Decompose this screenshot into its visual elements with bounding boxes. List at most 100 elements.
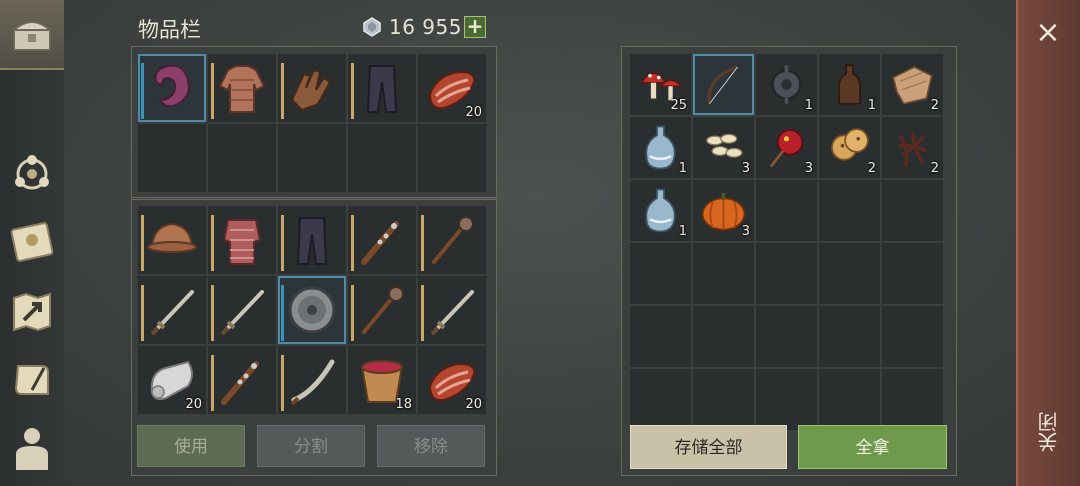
item-slot[interactable]: 2 — [882, 117, 943, 178]
item-slot[interactable]: 20 — [138, 346, 206, 414]
item-slot[interactable] — [630, 306, 691, 367]
seeds-icon — [706, 133, 743, 158]
pants-icon — [366, 65, 398, 113]
item-slot[interactable] — [138, 206, 206, 274]
durability-bar — [421, 285, 424, 341]
bow-icon — [707, 65, 739, 105]
take-all-button[interactable]: 全拿 — [798, 425, 947, 469]
item-slot[interactable]: 18 — [348, 346, 416, 414]
item-slot[interactable]: 1 — [630, 180, 691, 241]
spiked-club-icon — [361, 221, 399, 265]
use-button[interactable]: 使用 — [137, 425, 245, 467]
close-label[interactable]: 关闭 — [1034, 412, 1062, 452]
item-slot[interactable] — [630, 243, 691, 304]
mace-icon — [432, 216, 474, 264]
map-arrow-icon[interactable] — [8, 288, 56, 336]
durability-bar — [351, 285, 354, 341]
item-slot[interactable] — [882, 306, 943, 367]
item-slot[interactable]: 1 — [819, 54, 880, 115]
item-slot[interactable] — [693, 306, 754, 367]
item-slot[interactable] — [630, 369, 691, 430]
mace-icon — [362, 286, 404, 334]
durability-bar — [351, 63, 354, 119]
item-slot[interactable]: 3 — [756, 117, 817, 178]
item-slot[interactable] — [278, 276, 346, 344]
item-slot[interactable] — [693, 54, 754, 115]
water-flask-icon — [645, 188, 676, 233]
durability-bar — [211, 215, 214, 271]
add-currency-button[interactable]: + — [464, 16, 486, 38]
durability-bar — [281, 63, 284, 119]
item-slot[interactable]: 3 — [693, 117, 754, 178]
item-count: 18 — [395, 397, 412, 412]
item-slot[interactable] — [819, 180, 880, 241]
split-button[interactable]: 分割 — [257, 425, 365, 467]
item-slot[interactable] — [418, 206, 486, 274]
item-slot[interactable] — [278, 346, 346, 414]
item-slot[interactable] — [756, 243, 817, 304]
helmet-icon — [147, 222, 197, 253]
item-slot[interactable] — [208, 276, 276, 344]
item-slot[interactable] — [693, 243, 754, 304]
close-icon[interactable]: × — [1030, 16, 1066, 52]
item-slot[interactable]: 3 — [693, 180, 754, 241]
item-slot[interactable] — [819, 243, 880, 304]
item-slot[interactable] — [348, 206, 416, 274]
sickle-sword-icon — [290, 359, 335, 406]
item-slot[interactable] — [138, 54, 206, 122]
skills-icon[interactable] — [8, 150, 56, 198]
item-slot[interactable]: 1 — [756, 54, 817, 115]
store-all-button[interactable]: 存储全部 — [630, 425, 787, 469]
item-slot[interactable] — [756, 369, 817, 430]
hood-icon — [154, 64, 190, 108]
item-slot[interactable] — [348, 124, 416, 192]
item-count: 3 — [741, 161, 750, 176]
item-slot[interactable]: 20 — [418, 346, 486, 414]
durability-bar — [211, 355, 214, 411]
item-slot[interactable]: 25 — [630, 54, 691, 115]
item-slot[interactable]: 2 — [819, 117, 880, 178]
item-slot[interactable] — [208, 346, 276, 414]
item-slot[interactable] — [756, 306, 817, 367]
remove-button[interactable]: 移除 — [377, 425, 485, 467]
item-slot[interactable] — [882, 180, 943, 241]
item-slot[interactable] — [693, 369, 754, 430]
item-slot[interactable] — [882, 369, 943, 430]
character-icon[interactable] — [8, 424, 56, 472]
pants-icon — [296, 217, 328, 265]
item-slot[interactable] — [208, 206, 276, 274]
item-slot[interactable] — [418, 276, 486, 344]
item-slot[interactable]: 1 — [630, 117, 691, 178]
item-slot[interactable] — [348, 276, 416, 344]
item-count: 1 — [678, 224, 687, 239]
item-slot[interactable] — [278, 124, 346, 192]
sidebar — [0, 0, 64, 486]
item-slot[interactable] — [756, 180, 817, 241]
durability-bar — [351, 215, 354, 271]
item-slot[interactable] — [882, 243, 943, 304]
chest-icon[interactable] — [8, 10, 56, 58]
item-slot[interactable] — [819, 306, 880, 367]
equipment-grid: 20 — [138, 54, 486, 192]
item-slot[interactable] — [278, 54, 346, 122]
item-slot[interactable] — [348, 54, 416, 122]
spiked-club-icon — [221, 361, 259, 405]
bottle-icon — [838, 64, 861, 105]
item-slot[interactable]: 20 — [418, 54, 486, 122]
scroll-quill-icon[interactable] — [8, 356, 56, 404]
sun-book-icon[interactable] — [8, 218, 56, 266]
item-slot[interactable] — [418, 124, 486, 192]
item-count: 2 — [930, 98, 939, 113]
item-slot[interactable] — [208, 124, 276, 192]
gem-icon — [363, 17, 381, 37]
item-slot[interactable] — [138, 276, 206, 344]
item-count: 20 — [465, 105, 482, 120]
sword-icon — [430, 290, 474, 336]
water-flask-icon — [645, 125, 676, 170]
durability-bar — [281, 215, 284, 271]
item-slot[interactable]: 2 — [882, 54, 943, 115]
item-slot[interactable] — [208, 54, 276, 122]
item-slot[interactable] — [819, 369, 880, 430]
item-slot[interactable] — [278, 206, 346, 274]
item-slot[interactable] — [138, 124, 206, 192]
